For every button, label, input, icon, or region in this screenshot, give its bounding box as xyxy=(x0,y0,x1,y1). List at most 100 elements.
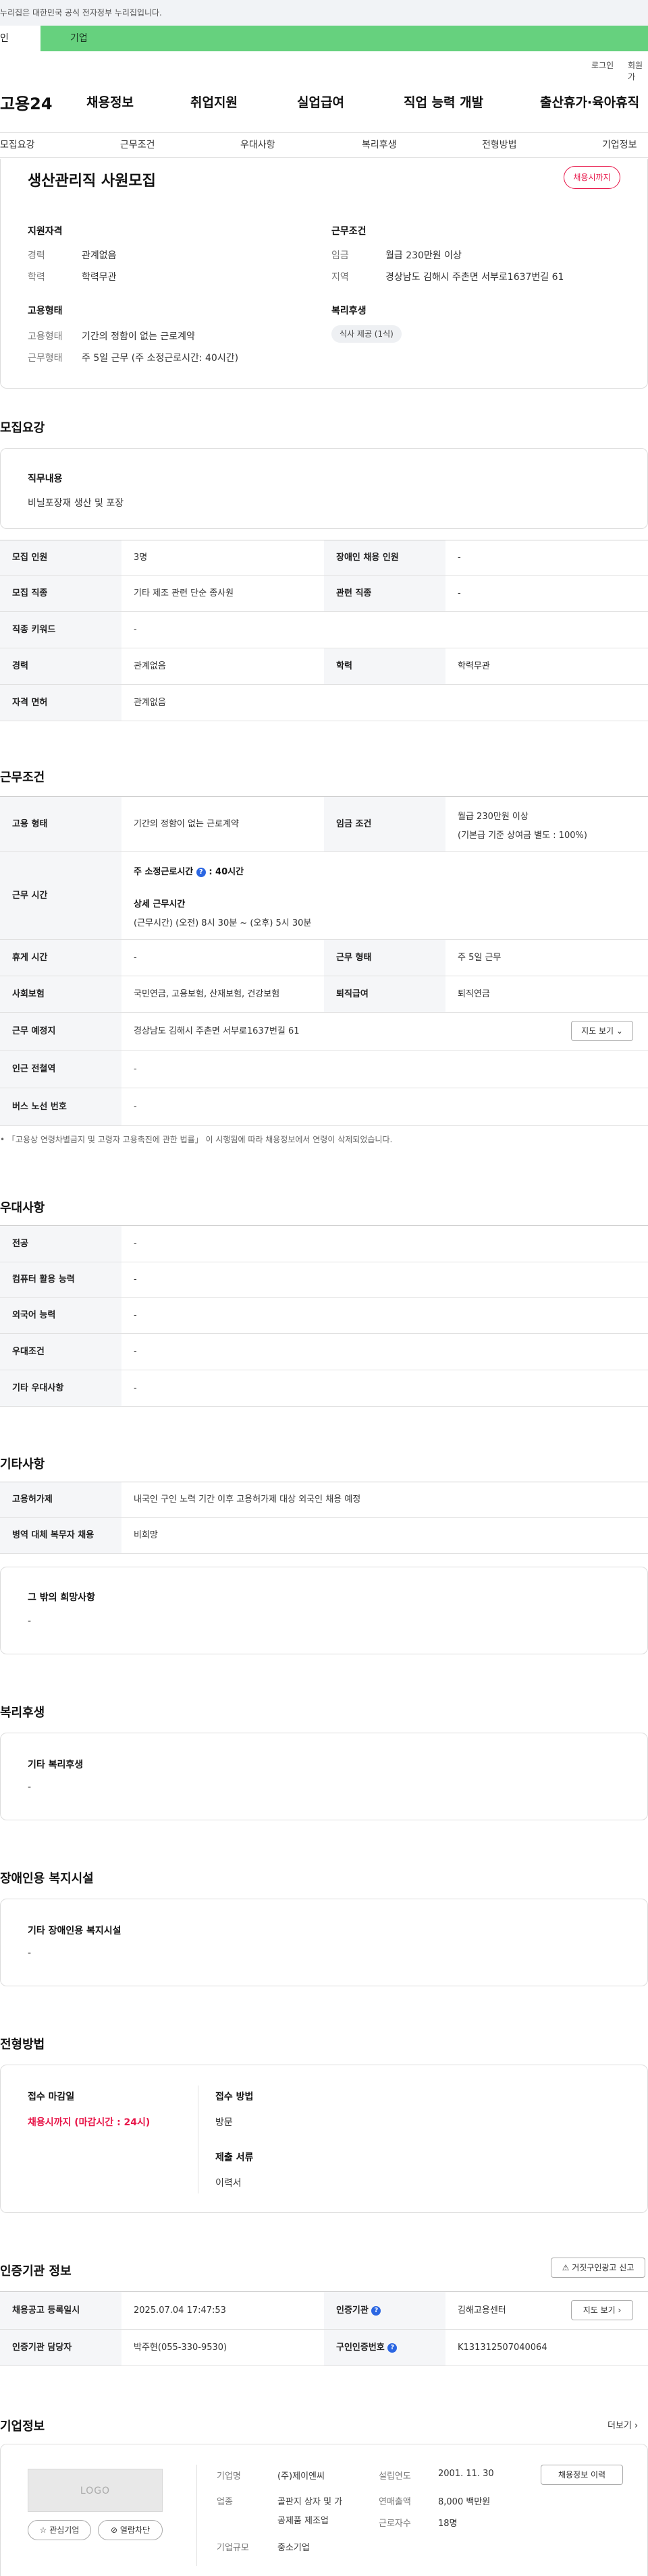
company-more-label: 더보기 xyxy=(608,2421,632,2431)
report-button[interactable]: ⚠ 거짓구인광고 신고 xyxy=(551,2258,645,2278)
sales-label: 연매출액 xyxy=(379,2497,411,2507)
duty-value: 비닐포장재 생산 및 포장 xyxy=(28,498,124,509)
td-career: 관계없음 xyxy=(134,661,166,671)
td-license: 관계없음 xyxy=(134,698,166,708)
deadline-value: 채용시까지 (마감시간 : 24시) xyxy=(28,2117,151,2128)
anchor-nav: 모집요강 근무조건 우대사항 복리후생 전형방법 기업정보 xyxy=(0,132,648,158)
gnb-item-benefit[interactable]: 실업급여 xyxy=(297,92,344,111)
method-label: 접수 방법 xyxy=(215,2092,254,2102)
th-wage: 임금 조건 xyxy=(336,819,372,829)
th-emp-type: 고용 형태 xyxy=(12,819,48,829)
screening-card: 접수 마감일 채용시까지 (마감시간 : 24시) 접수 방법 방문 제출 서류… xyxy=(0,2065,648,2213)
other-wish-title: 그 밖의 희망사항 xyxy=(28,1592,95,1603)
td-reg-no: K131312507040064 xyxy=(458,2343,547,2353)
table-row: 고용 형태 기간의 정함이 없는 근로계약 임금 조건 월급 230만원 이상 … xyxy=(0,797,648,852)
emp-value-type: 기간의 정함이 없는 근로계약 xyxy=(82,331,195,342)
company-more-link[interactable]: 더보기 › xyxy=(608,2418,638,2431)
td-prefer-cond: - xyxy=(134,1347,137,1357)
td-retire: 퇴직연금 xyxy=(458,989,490,999)
help-icon[interactable]: ? xyxy=(387,2343,398,2353)
td-headcount: 3명 xyxy=(134,553,148,563)
hours-total-label: 주 소정근로시간 xyxy=(134,867,194,877)
qual-value-edu: 학력무관 xyxy=(82,272,117,283)
th-break: 휴게 시간 xyxy=(12,953,48,963)
screening-heading: 전형방법 xyxy=(0,2038,45,2052)
map-button[interactable]: 지도 보기 ⌄ xyxy=(571,1021,633,1041)
table-row: 사회보험 국민연금, 고용보험, 산재보험, 건강보험 퇴직급여 퇴직연금 xyxy=(0,976,648,1013)
tab-company[interactable]: 기업 xyxy=(70,26,88,51)
gnb-item-support[interactable]: 취업지원 xyxy=(190,92,238,111)
disability-box-value: - xyxy=(28,1948,32,1959)
th-language: 외국어 능력 xyxy=(12,1310,56,1320)
block-button-label: 열람차단 xyxy=(119,2525,151,2535)
table-row: 근무 예정지 경상남도 김해시 주촌면 서부로1637번길 61 지도 보기 ⌄ xyxy=(0,1013,648,1051)
td-manager: 박주현(055-330-9530) xyxy=(134,2343,227,2353)
disability-box-title: 기타 장애인용 복지시설 xyxy=(28,1926,122,1936)
td-eps: 내국인 구인 노력 기간 이후 고용허가제 대상 외국인 채용 예정 xyxy=(134,1494,361,1505)
td-military: 비희망 xyxy=(134,1530,158,1540)
anchor-company[interactable]: 기업정보 xyxy=(602,133,637,157)
td-shift: 주 5일 근무 xyxy=(458,953,502,963)
td-agency: 김해고용센터 xyxy=(458,2305,506,2316)
table-row: 컴퓨터 활용 능력 - xyxy=(0,1262,648,1298)
recruit-table: 모집 인원 3명 장애인 채용 인원 - 모집 직종 기타 제조 관련 단순 종… xyxy=(0,540,648,721)
th-retire: 퇴직급여 xyxy=(336,989,369,999)
summary-card: 생산관리직 사원모집 채용시까지 지원자격 경력 관계없음 학력 학력무관 근무… xyxy=(0,159,648,389)
hours-detail: (근무시간) (오전) 8시 30분 ~ (오후) 5시 30분 xyxy=(134,918,312,928)
qual-label-career: 경력 xyxy=(28,250,45,261)
chevron-right-icon: › xyxy=(618,2305,622,2315)
th-insurance: 사회보험 xyxy=(12,989,45,999)
login-link[interactable]: 로그인 xyxy=(591,59,614,71)
th-related: 관련 직종 xyxy=(336,588,372,598)
help-icon[interactable]: ? xyxy=(196,867,206,877)
gnb-item-jobs[interactable]: 채용정보 xyxy=(86,92,134,111)
th-eps: 고용허가제 xyxy=(12,1494,53,1505)
anchor-prefer[interactable]: 우대사항 xyxy=(240,133,275,157)
table-row: 모집 인원 3명 장애인 채용 인원 - xyxy=(0,540,648,576)
map-button-label: 지도 보기 xyxy=(581,1026,614,1036)
th-education: 학력 xyxy=(336,661,352,671)
td-occupation: 기타 제조 관련 단순 종사원 xyxy=(134,588,234,598)
table-row: 근무 시간 주 소정근로시간 ? : 40시간 상세 근무시간 (근무시간) (… xyxy=(0,852,648,940)
report-button-label: 거짓구인광고 신고 xyxy=(572,2263,634,2272)
join-link[interactable]: 회원가 xyxy=(628,59,648,82)
td-wage-2: (기본급 기준 상여금 별도 : 100%) xyxy=(458,831,587,841)
table-row: 전공 - xyxy=(0,1226,648,1262)
qual-label-edu: 학력 xyxy=(28,272,45,283)
td-bus: - xyxy=(134,1102,137,1112)
divider xyxy=(196,2465,197,2566)
other-heading: 기타사항 xyxy=(0,1457,45,1472)
block-button[interactable]: ⊘ 열람차단 xyxy=(98,2520,163,2540)
agency-map-button[interactable]: 지도 보기 › xyxy=(571,2300,633,2320)
anchor-conditions[interactable]: 근무조건 xyxy=(120,133,155,157)
anchor-recruit[interactable]: 모집요강 xyxy=(0,133,35,157)
company-logo: LOGO xyxy=(28,2469,163,2512)
work-value-wage: 월급 230만원 이상 xyxy=(385,250,462,261)
table-row: 버스 노선 번호 - xyxy=(0,1088,648,1126)
gnb-item-training[interactable]: 직업 능력 개발 xyxy=(404,92,483,111)
chevron-right-icon: › xyxy=(634,2421,639,2431)
alert-icon: ⚠ xyxy=(562,2263,570,2272)
td-education: 학력무관 xyxy=(458,661,490,671)
help-icon[interactable]: ? xyxy=(371,2305,381,2316)
age-notice-text: 「고용상 연령차별금지 및 고령자 고용촉진에 관한 법률」 이 시행됨에 따라… xyxy=(7,1135,393,1144)
duty-card: 직무내용 비닐포장재 생산 및 포장 xyxy=(0,448,648,529)
anchor-screening[interactable]: 전형방법 xyxy=(482,133,517,157)
size-value: 중소기업 xyxy=(277,2543,310,2553)
auth-heading: 인증기관 정보 xyxy=(0,2264,72,2278)
welfare-heading: 복리후생 xyxy=(0,1706,45,1720)
block-icon: ⊘ xyxy=(110,2525,118,2535)
th-career: 경력 xyxy=(12,661,28,671)
favorite-button[interactable]: ☆ 관심기업 xyxy=(28,2520,91,2540)
th-manager: 인증기관 담당자 xyxy=(12,2343,72,2353)
gnb-item-leave[interactable]: 출산휴가·육아휴직 xyxy=(540,92,639,111)
site-logo[interactable]: 고용24 xyxy=(0,90,53,114)
emp-title: 고용형태 xyxy=(28,306,63,316)
anchor-welfare[interactable]: 복리후생 xyxy=(362,133,397,157)
tab-individual[interactable]: 인 xyxy=(0,26,40,51)
job-history-button[interactable]: 채용정보 이력 xyxy=(541,2465,623,2485)
td-keyword: - xyxy=(134,625,137,635)
table-row: 자격 면허 관계없음 xyxy=(0,685,648,721)
star-icon: ☆ xyxy=(39,2525,47,2535)
qual-value-career: 관계없음 xyxy=(82,250,117,261)
